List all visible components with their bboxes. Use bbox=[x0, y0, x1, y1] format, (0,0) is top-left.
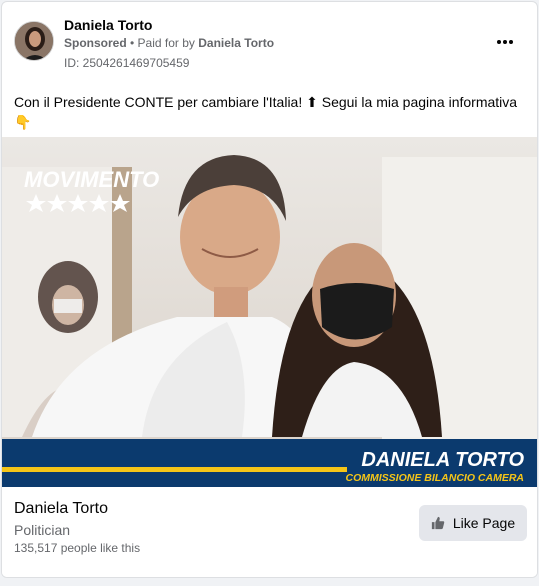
cta-page-name[interactable]: Daniela Torto bbox=[14, 500, 108, 518]
thumbs-up-icon bbox=[431, 516, 445, 530]
creative-photo: MOVIMENTO DANIELA TORTO COMMISSIONE BILA… bbox=[2, 137, 537, 487]
more-dot bbox=[509, 40, 514, 44]
cta-category: Politician bbox=[14, 522, 71, 538]
ad-body-text: Con il Presidente CONTE per cambiare l'I… bbox=[14, 92, 524, 132]
pointing-down-icon: 👇 bbox=[14, 114, 32, 130]
page-cta: Daniela Torto Politician 135,517 people … bbox=[2, 488, 537, 577]
post-header: Daniela Torto Sponsored • Paid for by Da… bbox=[14, 16, 525, 72]
like-page-label: Like Page bbox=[452, 515, 516, 531]
ad-creative-image[interactable]: MOVIMENTO DANIELA TORTO COMMISSIONE BILA… bbox=[2, 137, 537, 487]
more-options-button[interactable] bbox=[493, 30, 517, 54]
ad-text: Con il Presidente CONTE per cambiare l'I… bbox=[14, 94, 518, 110]
meta-separator: • bbox=[126, 36, 138, 50]
more-horizontal-icon bbox=[496, 40, 501, 44]
ad-card: Daniela Torto Sponsored • Paid for by Da… bbox=[1, 1, 538, 578]
avatar[interactable] bbox=[14, 21, 54, 61]
paid-for-name: Daniela Torto bbox=[198, 36, 275, 50]
sponsored-line: Sponsored • Paid for by Daniela Torto bbox=[64, 36, 274, 50]
cta-likes-count: 135,517 people like this bbox=[14, 541, 141, 555]
banner-name: DANIELA TORTO bbox=[361, 449, 524, 471]
ad-id: ID: 2504261469705459 bbox=[64, 56, 190, 70]
banner-role: COMMISSIONE BILANCIO CAMERA bbox=[346, 472, 525, 484]
more-dot bbox=[503, 40, 507, 44]
sponsored-label[interactable]: Sponsored bbox=[64, 36, 127, 50]
paid-for-prefix: Paid for by bbox=[137, 36, 199, 50]
like-page-button[interactable]: Like Page bbox=[419, 505, 527, 541]
movimento-logo-text: MOVIMENTO bbox=[24, 167, 159, 192]
page-name-link[interactable]: Daniela Torto bbox=[64, 17, 152, 33]
